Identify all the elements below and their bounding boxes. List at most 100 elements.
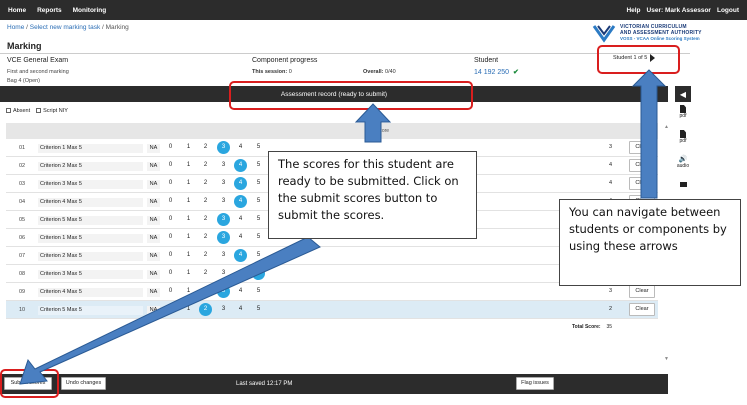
score-option-4[interactable]: 4 [234, 177, 247, 190]
score-option-2[interactable]: 2 [199, 303, 212, 316]
score-option-2[interactable]: 2 [199, 159, 212, 172]
score-option-2[interactable]: 2 [199, 249, 212, 262]
score-option-1[interactable]: 1 [182, 141, 195, 154]
score-option-2[interactable]: 2 [199, 213, 212, 226]
score-option-3[interactable]: 3 [217, 267, 230, 280]
scroll-down-icon[interactable]: ▼ [664, 356, 669, 362]
score-option-5[interactable]: 5 [252, 159, 265, 172]
clear-button[interactable]: Clear [629, 303, 655, 316]
score-option-1[interactable]: 1 [182, 285, 195, 298]
nav-logout[interactable]: Logout [717, 7, 739, 14]
score-option-4[interactable]: 4 [234, 159, 247, 172]
na-option[interactable]: NA [147, 252, 160, 261]
score-option-3[interactable]: 3 [217, 285, 230, 298]
score-option-5[interactable]: 5 [252, 267, 265, 280]
score-option-2[interactable]: 2 [199, 141, 212, 154]
na-option[interactable]: NA [147, 288, 160, 297]
score-option-3[interactable]: 3 [217, 213, 230, 226]
score-option-5[interactable]: 5 [252, 141, 265, 154]
score-option-5[interactable]: 5 [252, 177, 265, 190]
clear-button[interactable]: Clear [629, 285, 655, 298]
sidebar-item-audio[interactable]: 🔊 audio [675, 155, 691, 169]
na-option[interactable]: NA [147, 234, 160, 243]
clear-button[interactable]: Clear [629, 141, 655, 154]
score-option-1[interactable]: 1 [182, 177, 195, 190]
score-option-4[interactable]: 4 [234, 249, 247, 262]
score-option-5[interactable]: 5 [252, 303, 265, 316]
score-option-4[interactable]: 4 [234, 267, 247, 280]
score-option-5[interactable]: 5 [252, 213, 265, 226]
check-icon: ✔ [513, 69, 519, 76]
record-bar-highlight [229, 81, 473, 110]
script-niy-checkbox[interactable]: Script NIY [36, 108, 68, 114]
undo-changes-button[interactable]: Undo changes [61, 377, 106, 390]
score-option-3[interactable]: 3 [217, 249, 230, 262]
score-option-4[interactable]: 4 [234, 195, 247, 208]
score-option-0[interactable]: 0 [164, 213, 177, 226]
sidebar-collapse-button[interactable]: ◀ [675, 86, 691, 102]
score-option-1[interactable]: 1 [182, 195, 195, 208]
na-option[interactable]: NA [147, 216, 160, 225]
score-option-5[interactable]: 5 [252, 285, 265, 298]
score-option-4[interactable]: 4 [234, 141, 247, 154]
score-option-1[interactable]: 1 [182, 249, 195, 262]
flag-issues-button[interactable]: Flag issues [516, 377, 554, 390]
absent-checkbox[interactable]: Absent [6, 108, 30, 114]
score-option-0[interactable]: 0 [164, 231, 177, 244]
score-option-0[interactable]: 0 [164, 195, 177, 208]
marking-type: First and second marking [7, 69, 69, 75]
score-option-0[interactable]: 0 [164, 267, 177, 280]
score-option-1[interactable]: 1 [182, 267, 195, 280]
na-option[interactable]: NA [147, 180, 160, 189]
score-option-2[interactable]: 2 [199, 267, 212, 280]
score-option-3[interactable]: 3 [217, 195, 230, 208]
score-option-3[interactable]: 3 [217, 159, 230, 172]
score-option-0[interactable]: 0 [164, 177, 177, 190]
score-option-2[interactable]: 2 [199, 231, 212, 244]
score-option-4[interactable]: 4 [234, 285, 247, 298]
scroll-up-icon[interactable]: ▲ [664, 124, 669, 130]
score-option-3[interactable]: 3 [217, 231, 230, 244]
score-option-5[interactable]: 5 [252, 249, 265, 262]
score-option-3[interactable]: 3 [217, 303, 230, 316]
clear-button[interactable]: Clear [629, 159, 655, 172]
score-option-0[interactable]: 0 [164, 159, 177, 172]
nav-reports[interactable]: Reports [37, 7, 62, 14]
na-option[interactable]: NA [147, 162, 160, 171]
na-option[interactable]: NA [147, 198, 160, 207]
score-option-0[interactable]: 0 [164, 141, 177, 154]
nav-monitoring[interactable]: Monitoring [73, 7, 107, 14]
submit-callout: The scores for this student are ready to… [268, 151, 477, 239]
score-option-2[interactable]: 2 [199, 195, 212, 208]
score-option-1[interactable]: 1 [182, 159, 195, 172]
sidebar-item-pdf-2[interactable]: pdf [675, 130, 691, 144]
score-option-0[interactable]: 0 [164, 285, 177, 298]
na-option[interactable]: NA [147, 144, 160, 153]
breadcrumb-task[interactable]: Select new marking task [30, 24, 100, 31]
score-option-1[interactable]: 1 [182, 213, 195, 226]
score-option-5[interactable]: 5 [252, 231, 265, 244]
na-option[interactable]: NA [147, 306, 160, 315]
score-option-4[interactable]: 4 [234, 231, 247, 244]
score-option-4[interactable]: 4 [234, 213, 247, 226]
na-option[interactable]: NA [147, 270, 160, 279]
score-option-0[interactable]: 0 [164, 303, 177, 316]
sidebar-item-video[interactable] [675, 182, 691, 187]
score-option-4[interactable]: 4 [234, 303, 247, 316]
sidebar-item-pdf-1[interactable]: pdf [675, 105, 691, 119]
score-option-2[interactable]: 2 [199, 177, 212, 190]
score-option-1[interactable]: 1 [182, 303, 195, 316]
score-option-5[interactable]: 5 [252, 195, 265, 208]
breadcrumb-home[interactable]: Home [7, 24, 24, 31]
score-option-1[interactable]: 1 [182, 231, 195, 244]
row-number: 09 [19, 289, 26, 295]
row-number: 01 [19, 145, 26, 151]
score-option-0[interactable]: 0 [164, 249, 177, 262]
score-option-2[interactable]: 2 [199, 285, 212, 298]
score-option-3[interactable]: 3 [217, 177, 230, 190]
nav-help[interactable]: Help [626, 7, 640, 14]
score-option-3[interactable]: 3 [217, 141, 230, 154]
bag-status: Bag 4 (Open) [7, 78, 41, 84]
nav-home[interactable]: Home [8, 7, 26, 14]
clear-button[interactable]: Clear [629, 177, 655, 190]
